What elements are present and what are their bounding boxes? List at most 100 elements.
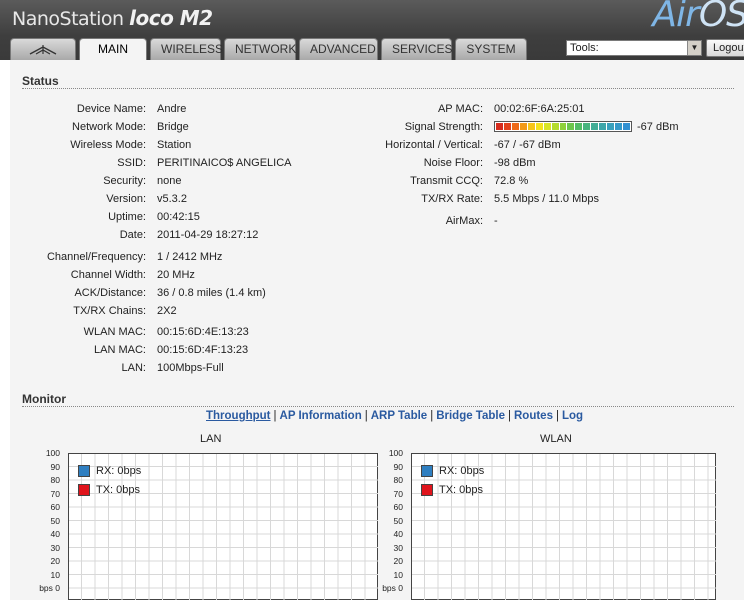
status-label: Signal Strength:: [404, 121, 483, 133]
status-divider: [22, 88, 734, 89]
chart-title-lan: LAN: [200, 433, 222, 445]
link-separator: |: [364, 410, 368, 422]
airos-os: OS: [698, 0, 744, 35]
signal-segment: [543, 123, 551, 130]
status-label: SSID:: [117, 157, 146, 169]
y-tick-label: 100: [45, 448, 60, 458]
y-tick-label: 20: [393, 556, 403, 566]
y-tick-label: 100: [388, 448, 403, 458]
chart-title-wlan: WLAN: [540, 433, 572, 445]
status-label: Transmit CCQ:: [410, 175, 483, 187]
signal-segment: [615, 123, 622, 130]
chevron-down-icon[interactable]: ▼: [687, 41, 701, 55]
status-value: PERITINAICO$ ANGELICA: [157, 157, 292, 169]
product-logo: NanoStation loco M2: [12, 6, 213, 30]
status-value: 2X2: [157, 305, 177, 317]
y-tick-label: 10: [50, 569, 60, 580]
status-value: 20 MHz: [157, 269, 195, 281]
y-tick-label: 90: [393, 461, 403, 472]
airos-logo: AirOS: [652, 0, 744, 35]
status-label: Noise Floor:: [423, 157, 483, 169]
status-label: Device Name:: [76, 103, 146, 115]
signal-segment: [527, 123, 535, 130]
signal-segment: [559, 123, 567, 130]
legend-swatch: [421, 465, 433, 477]
y-tick-label: 50: [50, 515, 60, 526]
status-label: Channel Width:: [70, 269, 146, 281]
status-label: LAN MAC:: [94, 344, 146, 356]
status-label: AP MAC:: [437, 103, 483, 115]
logout-button[interactable]: Logout: [706, 39, 744, 57]
monitor-link-throughput[interactable]: Throughput: [206, 410, 271, 422]
legend-tx: TX: 0bps: [421, 484, 483, 496]
status-value: none: [157, 175, 182, 187]
status-label: Security:: [103, 175, 146, 187]
legend-rx: RX: 0bps: [78, 465, 141, 477]
y-tick-label: 20: [50, 556, 60, 566]
y-tick-label: 30: [50, 542, 60, 553]
status-value: 2011-04-29 18:27:12: [157, 229, 259, 241]
tab-services[interactable]: SERVICES: [381, 38, 452, 60]
status-label: Horizontal / Vertical:: [385, 139, 483, 151]
monitor-links: Throughput | AP Information | ARP Table | Brid…: [206, 410, 583, 422]
status-value: 1 / 2412 MHz: [157, 251, 223, 263]
signal-segment: [607, 123, 615, 130]
y-tick-label: 60: [393, 502, 403, 512]
monitor-title: Monitor: [22, 392, 66, 406]
tab-ubnt-logo[interactable]: [10, 38, 76, 60]
status-value: 36 / 0.8 miles (1.4 km): [157, 287, 266, 299]
status-title: Status: [22, 74, 59, 88]
status-label: Version:: [106, 193, 146, 205]
status-label: Uptime:: [108, 211, 146, 223]
link-separator: |: [508, 410, 511, 422]
status-label: Network Mode:: [72, 121, 146, 133]
y-tick-label: 80: [50, 475, 60, 485]
monitor-link-log[interactable]: Log: [562, 410, 583, 422]
y-tick-label: bps 0: [39, 583, 60, 593]
status-value: -67 / -67 dBm: [494, 139, 561, 151]
signal-segment: [567, 123, 575, 130]
monitor-link-routes[interactable]: Routes: [514, 410, 553, 422]
y-tick-label: 10: [393, 569, 403, 580]
status-label: Wireless Mode:: [70, 139, 146, 151]
monitor-divider: [22, 406, 734, 407]
monitor-link-bridge-table[interactable]: Bridge Table: [436, 410, 505, 422]
y-tick-label: 40: [393, 529, 403, 539]
legend-swatch: [78, 465, 90, 477]
tab-advanced[interactable]: ADVANCED: [299, 38, 378, 60]
monitor-link-arp-table[interactable]: ARP Table: [371, 410, 427, 422]
legend-label: RX: 0bps: [439, 465, 485, 477]
brand-model: loco M2: [129, 6, 213, 30]
signal-segment: [551, 123, 559, 130]
legend-label: RX: 0bps: [96, 465, 142, 477]
status-label: Channel/Frequency:: [46, 251, 146, 263]
signal-segment: [519, 123, 527, 130]
signal-segment: [575, 123, 583, 130]
monitor-link-ap-information[interactable]: AP Information: [280, 410, 362, 422]
tab-wireless[interactable]: WIRELESS: [150, 38, 223, 60]
status-value: Bridge: [157, 121, 189, 133]
tools-select[interactable]: Tools: ▼: [566, 40, 702, 56]
signal-segment: [535, 123, 543, 130]
status-label: LAN:: [121, 362, 146, 374]
status-value: 00:15:6D:4F:13:23: [157, 344, 249, 356]
signal-strength-value: -67 dBm: [637, 121, 679, 133]
status-value: 72.8 %: [494, 175, 529, 187]
status-value: -: [494, 215, 498, 227]
brand-name: NanoStation: [12, 8, 124, 30]
status-label: Date:: [119, 229, 146, 241]
tab-main[interactable]: MAIN: [79, 38, 147, 61]
y-tick-label: 70: [393, 488, 403, 499]
status-value: 100Mbps-Full: [157, 362, 224, 374]
y-tick-label: 90: [50, 461, 60, 472]
y-tick-label: 30: [393, 542, 403, 553]
tab-system[interactable]: SYSTEM: [455, 38, 527, 60]
signal-segment: [511, 123, 519, 130]
status-value: Station: [157, 139, 192, 151]
status-value: 00:15:6D:4E:13:23: [157, 326, 249, 338]
legend-label: TX: 0bps: [439, 484, 484, 496]
link-separator: |: [430, 410, 434, 422]
legend-swatch: [78, 484, 90, 496]
tab-network[interactable]: NETWORK: [224, 38, 296, 60]
signal-segment: [591, 123, 599, 130]
